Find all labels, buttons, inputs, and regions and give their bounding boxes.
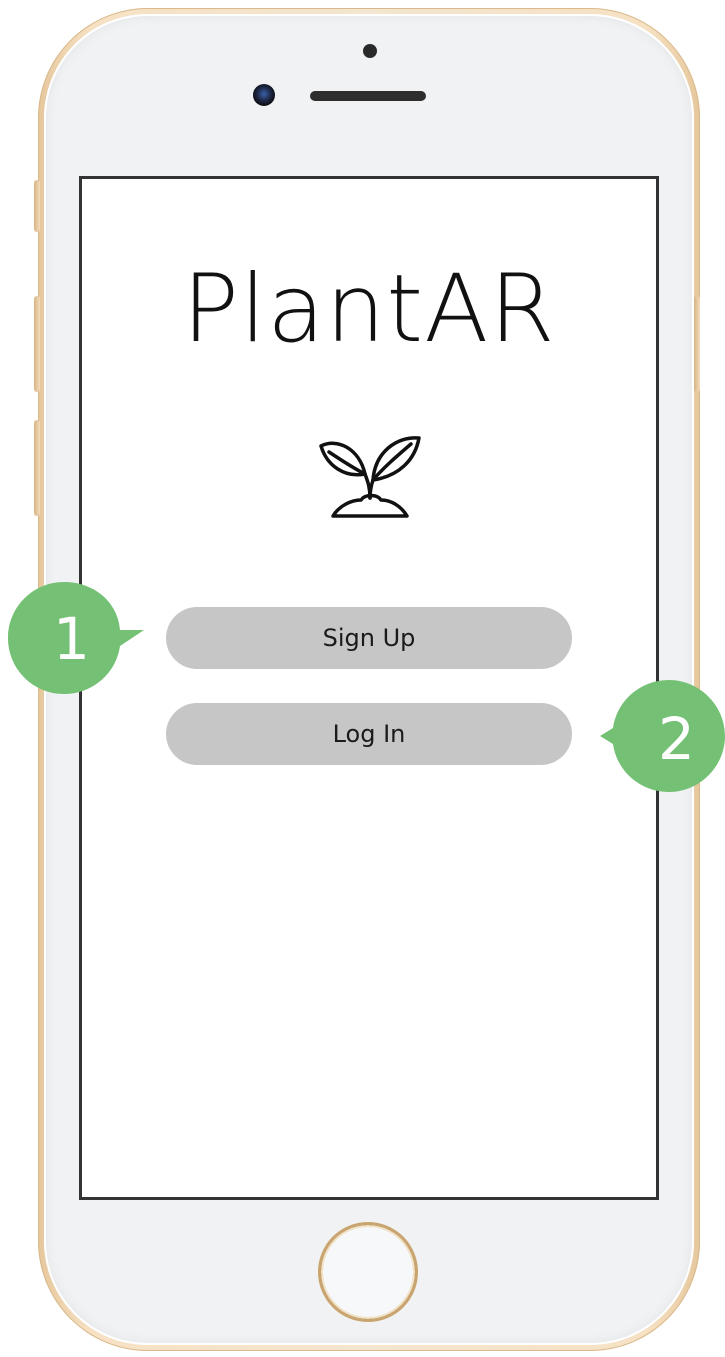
mute-switch xyxy=(34,180,40,232)
home-button[interactable] xyxy=(318,1222,418,1322)
annotation-number: 2 xyxy=(658,705,695,773)
annotation-marker-2: 2 xyxy=(600,680,725,792)
log-in-button[interactable]: Log In xyxy=(166,703,572,765)
proximity-sensor xyxy=(363,44,377,58)
volume-up-button xyxy=(34,296,40,392)
app-screen: PlantAR Sign Up Log In xyxy=(79,176,659,1200)
app-title: PlantAR xyxy=(182,255,556,364)
earpiece-speaker xyxy=(310,91,426,101)
annotation-marker-1: 1 xyxy=(8,582,144,694)
plant-sprout-icon xyxy=(319,436,421,518)
front-camera-icon xyxy=(253,84,275,106)
power-button xyxy=(694,296,700,392)
sign-up-button[interactable]: Sign Up xyxy=(166,607,572,669)
volume-down-button xyxy=(34,420,40,516)
annotation-number: 1 xyxy=(53,605,90,673)
